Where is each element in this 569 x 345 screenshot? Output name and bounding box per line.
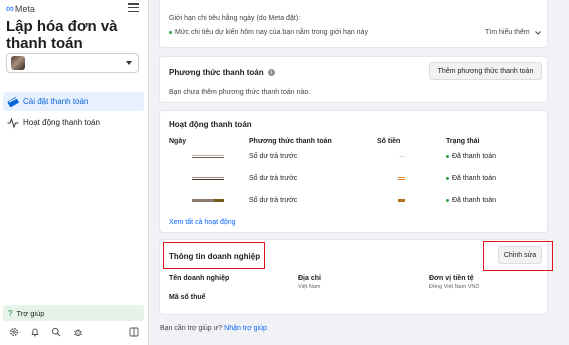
highlight-edit-button: [483, 241, 553, 271]
amount-redacted: [398, 177, 405, 180]
meta-infinity-icon: ∞: [6, 3, 14, 15]
question-icon: ?: [8, 308, 13, 318]
panel-toggle-icon[interactable]: [128, 326, 140, 338]
date-redacted: [192, 177, 224, 180]
date-redacted: [192, 155, 224, 158]
account-avatar: [11, 56, 25, 70]
column-header-date: Ngày: [169, 138, 187, 145]
status-dot-icon: [446, 198, 449, 202]
learn-more-label: Tìm hiểu thêm: [485, 29, 530, 36]
caret-down-icon: [126, 61, 132, 65]
address-value: Việt Nam: [298, 284, 321, 290]
info-icon[interactable]: i: [267, 69, 275, 76]
row-status: Đã thanh toán: [446, 197, 496, 204]
sidebar-item-label: Hoạt động thanh toán: [23, 118, 100, 127]
currency-label: Đơn vị tiền tệ: [429, 275, 474, 282]
spending-limit-status: Mức chi tiêu dự kiến hôm nay của bạn nằm…: [169, 29, 368, 36]
bug-icon[interactable]: [72, 326, 84, 338]
view-all-activity-link[interactable]: Xem tất cả hoạt động: [169, 219, 236, 226]
row-status-text: Đã thanh toán: [452, 153, 496, 160]
sidebar-item-payment-activity[interactable]: Hoạt động thanh toán: [3, 113, 144, 132]
row-method: Số dư trả trước: [249, 153, 298, 160]
row-status: Đã thanh toán: [446, 175, 496, 182]
get-help-link[interactable]: Nhận trợ giúp: [224, 325, 267, 332]
column-header-amount: Số tiền: [377, 138, 401, 145]
spending-limit-status-text: Mức chi tiêu dự kiến hôm nay của bạn nằm…: [175, 29, 368, 36]
account-selector[interactable]: [6, 53, 139, 73]
payment-methods-header: Phương thức thanh toán i: [169, 68, 275, 77]
card-icon: [7, 96, 19, 108]
chevron-down-icon: [534, 30, 541, 35]
column-header-method: Phương thức thanh toán: [249, 138, 332, 145]
sidebar: ∞ Meta Lập hóa đơn và thanh toán Cài đặt…: [0, 0, 149, 345]
menu-icon[interactable]: [128, 3, 139, 12]
payment-methods-card: Phương thức thanh toán i Thêm phương thứ…: [159, 56, 548, 103]
row-method: Số dư trả trước: [249, 197, 298, 204]
payment-activity-title: Hoạt động thanh toán: [169, 120, 252, 129]
meta-logo[interactable]: ∞ Meta: [6, 3, 35, 15]
page-title: Lập hóa đơn và thanh toán: [6, 18, 118, 52]
learn-more-toggle[interactable]: Tìm hiểu thêm: [485, 29, 542, 36]
amount-redacted: [399, 156, 405, 157]
gear-icon[interactable]: [8, 326, 20, 338]
help-button[interactable]: ? Trợ giúp: [3, 305, 144, 321]
row-status-text: Đã thanh toán: [452, 197, 496, 204]
column-header-status: Trạng thái: [446, 138, 480, 145]
search-icon[interactable]: [50, 326, 62, 338]
sidebar-footer-icons: [6, 326, 140, 340]
add-payment-method-button[interactable]: Thêm phương thức thanh toán: [429, 62, 542, 80]
row-status-text: Đã thanh toán: [452, 175, 496, 182]
sidebar-item-label: Cài đặt thanh toán: [23, 97, 89, 106]
payment-methods-empty-text: Bạn chưa thêm phương thức thanh toán nào…: [169, 89, 311, 96]
bell-icon[interactable]: [29, 326, 41, 338]
currency-value: Đồng Việt Nam VND: [429, 284, 480, 290]
activity-icon: [7, 116, 19, 129]
spending-limit-title: Giới hạn chi tiêu hằng ngày (do Meta đặt…: [169, 15, 301, 22]
payment-activity-card: Hoạt động thanh toán Ngày Phương thức th…: [159, 110, 548, 233]
highlight-business-info-title: [163, 242, 265, 269]
amount-redacted: [398, 199, 405, 202]
status-dot-icon: [446, 176, 449, 180]
spending-limit-card: Giới hạn chi tiêu hằng ngày (do Meta đặt…: [159, 0, 548, 48]
help-question: Bạn cần trợ giúp ư?: [160, 325, 223, 332]
help-label: Trợ giúp: [16, 308, 45, 318]
status-dot-icon: [446, 154, 449, 158]
address-label: Địa chỉ: [298, 275, 321, 282]
status-dot-icon: [169, 30, 172, 34]
row-status: Đã thanh toán: [446, 153, 496, 160]
date-redacted: [192, 199, 224, 202]
tax-id-label: Mã số thuế: [169, 294, 206, 301]
meta-logo-text: Meta: [14, 4, 35, 14]
payment-methods-title: Phương thức thanh toán: [169, 68, 264, 77]
row-method: Số dư trả trước: [249, 175, 298, 182]
business-name-label: Tên doanh nghiệp: [169, 275, 230, 282]
sidebar-item-payment-settings[interactable]: Cài đặt thanh toán: [3, 92, 144, 111]
help-footer: Bạn cần trợ giúp ư? Nhận trợ giúp: [160, 325, 267, 332]
